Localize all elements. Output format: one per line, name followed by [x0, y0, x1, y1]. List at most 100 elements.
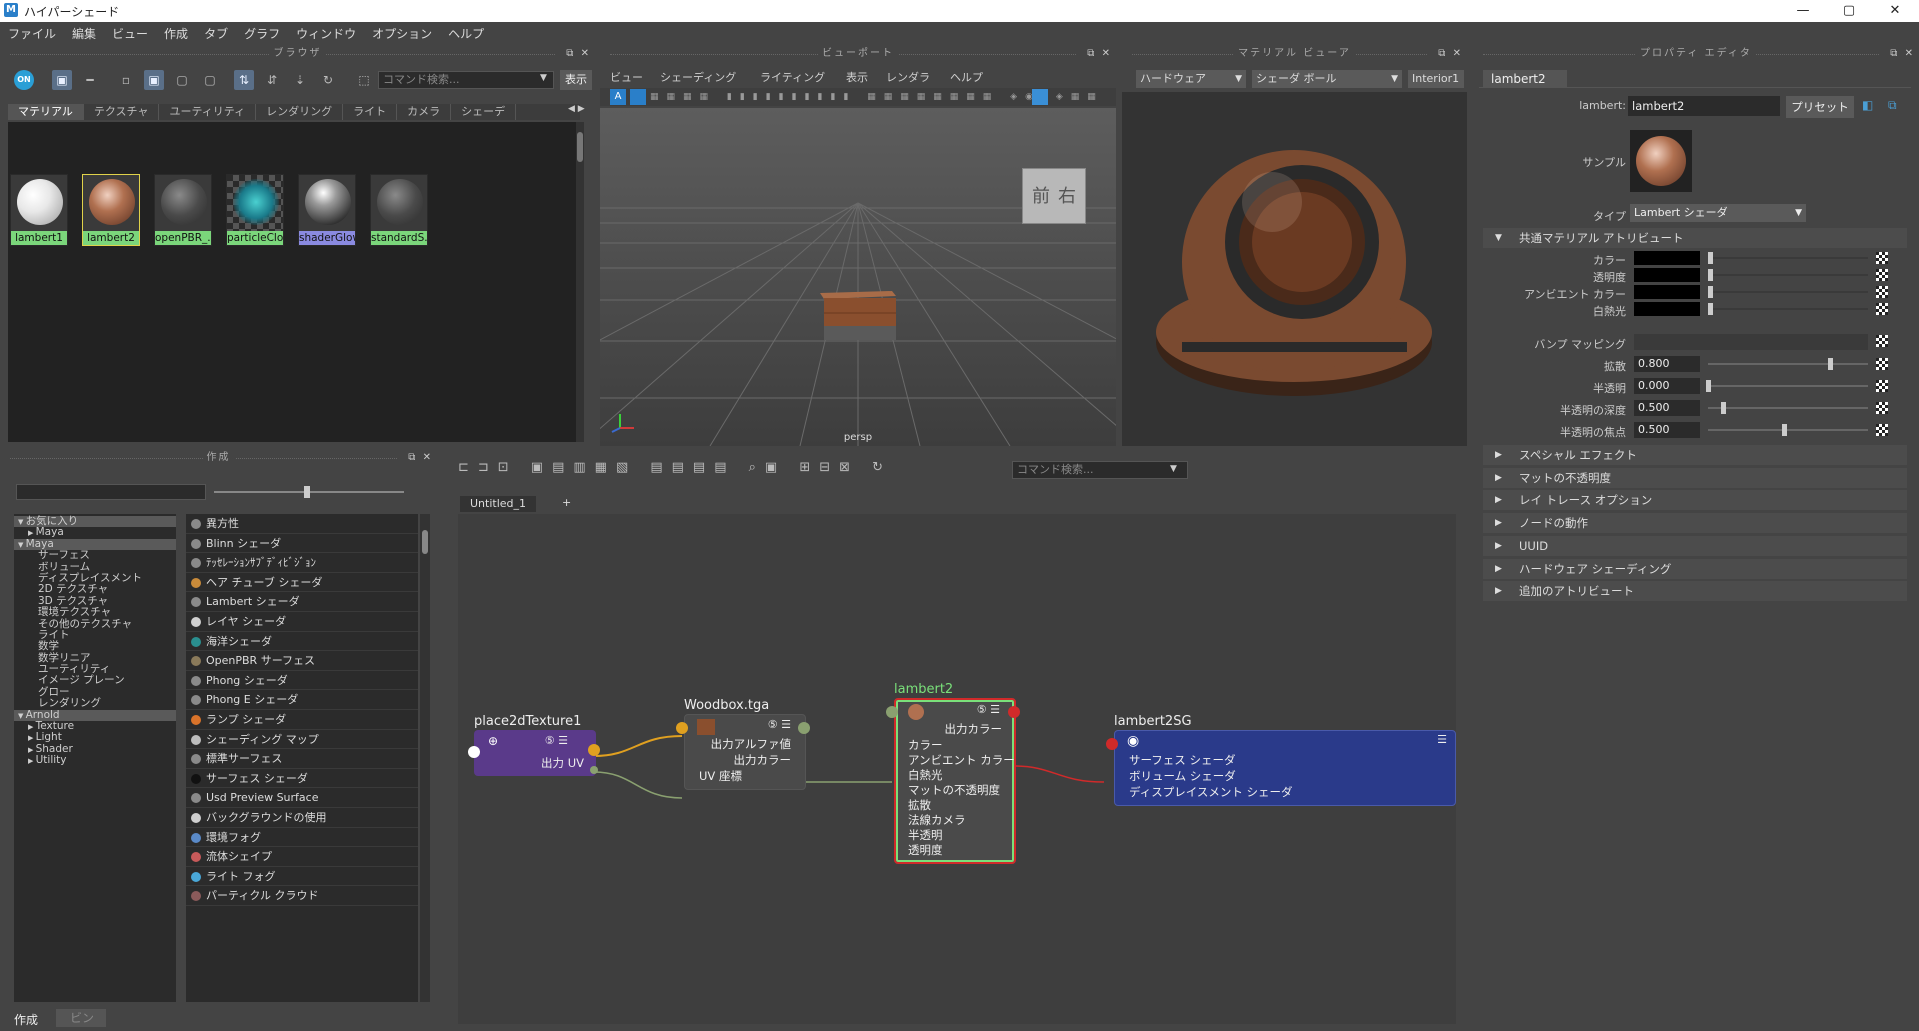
attribute-section[interactable]: ▶ UUID [1483, 535, 1907, 556]
map-button-icon[interactable] [1876, 424, 1888, 436]
material-swatch[interactable]: shaderGlow1 [298, 174, 356, 246]
map-button-icon[interactable] [1876, 335, 1888, 347]
map-button-icon[interactable] [1876, 252, 1888, 264]
slider-handle[interactable] [1828, 358, 1833, 370]
node-list-item[interactable]: 標準サーフェス [186, 749, 418, 769]
node-list[interactable]: 異方性 Blinn シェーダ ﾃｯｾﾚｰｼｮﾝｻﾌﾞﾃﾞｨﾋﾞｼﾞｮﾝ ヘア チューブ… [186, 514, 418, 1002]
attribute-section[interactable]: ▶ 追加のアトリビュート [1483, 581, 1907, 602]
browser-search-input[interactable]: コマンド検索... [378, 71, 554, 89]
numeric-attr-slider[interactable] [1708, 429, 1868, 431]
numeric-attr-field[interactable]: 0.800 [1634, 356, 1700, 372]
expand-right-icon[interactable]: ▶ [28, 734, 36, 742]
material-swatch[interactable]: lambert2 [82, 174, 140, 246]
slider-handle[interactable] [1706, 380, 1711, 392]
place2d-node[interactable]: ⊕ ⑤ ☰ 出力 UV [474, 730, 596, 776]
tab-rendering[interactable]: レンダリング [256, 104, 344, 120]
color-attr-slider[interactable] [1708, 269, 1868, 281]
numeric-attr-field[interactable]: 0.500 [1634, 422, 1700, 438]
node-list-scrollbar[interactable] [420, 514, 430, 1002]
node-swatch-toggle-icon[interactable]: ⑤ ☰ [768, 718, 791, 731]
expand-down-icon[interactable]: ▼ [18, 712, 26, 720]
tab-create[interactable]: 作成 [14, 1011, 38, 1028]
attribute-section[interactable]: ▶ レイ トレース オプション [1483, 490, 1907, 511]
sort-type-icon[interactable]: ⇵ [262, 70, 282, 90]
node-list-item[interactable]: 環境フォグ [186, 828, 418, 848]
tree-item[interactable]: ▶ Utility [14, 755, 176, 766]
node-name-field[interactable]: lambert2 [1628, 96, 1780, 116]
node-list-item[interactable]: シェーディング マップ [186, 730, 418, 750]
node-list-item[interactable]: Blinn シェーダ [186, 534, 418, 554]
expand-down-icon[interactable]: ▼ [18, 541, 26, 549]
tab-textures[interactable]: テクスチャ [84, 104, 160, 120]
viewport-3d-scene[interactable]: 前右 persp [600, 108, 1116, 446]
color-attr-swatch[interactable] [1634, 268, 1700, 282]
refresh-icon[interactable]: ↻ [318, 70, 338, 90]
material-preview[interactable] [1122, 92, 1467, 446]
vp-menu-help[interactable]: ヘルプ [950, 70, 983, 86]
vp-menu-shading[interactable]: シェーディング [660, 70, 736, 86]
node-swatch-toggle-icon[interactable]: ☰ [1437, 733, 1447, 746]
ae-tab-lambert2[interactable]: lambert2 [1483, 70, 1567, 88]
menu-edit[interactable]: 編集 [64, 22, 104, 46]
node-list-item[interactable]: Lambert シェーダ [186, 592, 418, 612]
small-icons-icon[interactable]: ▫ [116, 70, 136, 90]
shader-ball-dropdown[interactable]: シェーダ ボール ▼ [1252, 70, 1402, 88]
node-list-item[interactable]: 流体シェイプ [186, 847, 418, 867]
menu-graph[interactable]: グラフ [236, 22, 288, 46]
type-dropdown[interactable]: Lambert シェーダ ▼ [1630, 204, 1806, 222]
camera-attrs-icon[interactable] [630, 89, 646, 105]
panel-float-close-icon[interactable]: ⧉ ✕ [1890, 48, 1915, 60]
create-search-input[interactable] [16, 484, 206, 500]
place2d-outuv-port[interactable] [590, 766, 598, 774]
lambert2sg-in-port[interactable] [1106, 738, 1118, 750]
node-list-item[interactable]: ライト フォグ [186, 867, 418, 887]
material-swatch[interactable]: openPBR_... [154, 174, 212, 246]
map-button-icon[interactable] [1876, 286, 1888, 298]
lambert2-node[interactable]: ⑤ ☰ 出力カラー カラー アンビエント カラー 白熱光 マットの不透明度 拡散… [894, 698, 1016, 864]
tab-bins[interactable]: ビン [56, 1009, 106, 1027]
tab-lights[interactable]: ライト [343, 104, 398, 120]
place2d-input-port[interactable] [468, 746, 480, 758]
node-swatch-toggle-icon[interactable]: ⑤ ☰ [977, 703, 1000, 716]
menu-tabs[interactable]: タブ [196, 22, 236, 46]
node-list-item[interactable]: レイヤ シェーダ [186, 612, 418, 632]
copy-tab-icon[interactable]: ⧉ [1888, 98, 1897, 113]
viewcube-right[interactable]: 右 [1058, 186, 1076, 207]
color-attr-slider[interactable] [1708, 286, 1868, 298]
slider-handle[interactable] [1782, 424, 1787, 436]
vp-menu-view[interactable]: ビュー [610, 70, 643, 86]
place2d-out-port[interactable] [588, 744, 600, 756]
vp-menu-show[interactable]: 表示 [846, 70, 868, 86]
list-view-icon[interactable]: ━ [80, 70, 100, 90]
node-list-item[interactable]: Phong シェーダ [186, 671, 418, 691]
menu-help[interactable]: ヘルプ [440, 22, 492, 46]
medium-icons-icon[interactable]: ▣ [144, 70, 164, 90]
sort-name-icon[interactable]: ⇅ [234, 70, 254, 90]
color-attr-swatch[interactable] [1634, 251, 1700, 265]
expand-down-icon[interactable]: ▼ [18, 518, 26, 526]
select-camera-icon[interactable]: A [610, 89, 626, 105]
attribute-section[interactable]: ▶ ハードウェア シェーディング [1483, 558, 1907, 579]
lambert2sg-node[interactable]: ◉ ☰ サーフェス シェーダ ボリューム シェーダ ディスプレイスメント シェー… [1114, 730, 1456, 806]
tab-shading[interactable]: シェーデ [451, 104, 517, 120]
map-button-icon[interactable] [1876, 380, 1888, 392]
minimize-button[interactable]: — [1780, 0, 1826, 22]
panel-float-close-icon[interactable]: ⧉ ✕ [1087, 48, 1112, 60]
numeric-attr-field[interactable]: 0.500 [1634, 400, 1700, 416]
viewcube-front[interactable]: 前 [1032, 186, 1050, 207]
chevron-down-icon[interactable]: ▼ [1170, 464, 1177, 474]
woodbox-out-port[interactable] [798, 722, 810, 734]
node-list-item[interactable]: サーフェス シェーダ [186, 769, 418, 789]
icon-size-slider[interactable] [214, 486, 404, 498]
map-button-icon[interactable] [1876, 303, 1888, 315]
numeric-attr-slider[interactable] [1708, 363, 1868, 365]
browser-scrollbar[interactable] [576, 122, 584, 442]
presets-button[interactable]: プリセット [1786, 96, 1854, 118]
material-swatch[interactable]: lambert1 [10, 174, 68, 246]
color-attr-slider[interactable] [1708, 252, 1868, 264]
bump-field[interactable] [1634, 334, 1868, 350]
node-list-item[interactable]: 異方性 [186, 514, 418, 534]
category-tree[interactable]: ▼ お気に入り ▶ Maya ▼ Maya サーフェス ボリューム ディスプレイスメント 2… [14, 514, 176, 1002]
node-list-item[interactable]: ﾃｯｾﾚｰｼｮﾝｻﾌﾞﾃﾞｨﾋﾞｼﾞｮﾝ [186, 553, 418, 573]
tab-cameras[interactable]: カメラ [397, 104, 452, 120]
